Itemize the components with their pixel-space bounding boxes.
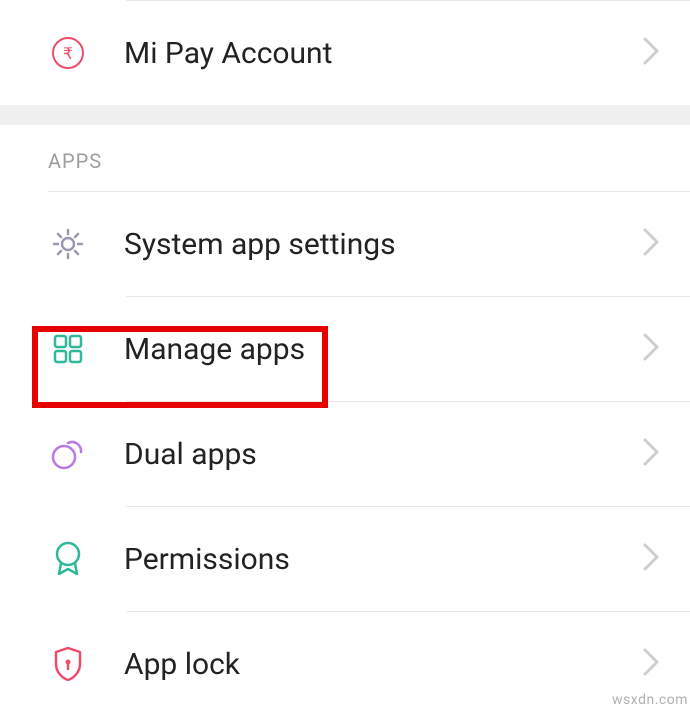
chevron-right-icon xyxy=(642,647,660,681)
chevron-right-icon xyxy=(642,227,660,261)
chevron-right-icon xyxy=(642,542,660,576)
gear-icon xyxy=(48,224,88,264)
mi-pay-label: Mi Pay Account xyxy=(124,36,642,71)
manage-apps-row[interactable]: Manage apps xyxy=(0,297,690,401)
svg-text:₹: ₹ xyxy=(63,46,73,63)
rupee-icon: ₹ xyxy=(48,33,88,73)
permissions-label: Permissions xyxy=(124,542,642,577)
grid-icon xyxy=(48,329,88,369)
chevron-right-icon xyxy=(642,437,660,471)
apps-header: APPS xyxy=(0,125,690,191)
manage-apps-label: Manage apps xyxy=(124,332,642,367)
shield-lock-icon xyxy=(48,644,88,684)
dual-apps-label: Dual apps xyxy=(124,437,642,472)
app-lock-label: App lock xyxy=(124,647,642,682)
dual-apps-row[interactable]: Dual apps xyxy=(0,402,690,506)
top-section: ₹ Mi Pay Account xyxy=(0,0,690,105)
chevron-right-icon xyxy=(642,332,660,366)
app-lock-row[interactable]: App lock xyxy=(0,612,690,716)
mi-pay-account-row[interactable]: ₹ Mi Pay Account xyxy=(0,1,690,105)
permissions-row[interactable]: Permissions xyxy=(0,507,690,611)
watermark: wsxdn.com xyxy=(612,692,688,708)
dual-circles-icon xyxy=(48,434,88,474)
section-gap xyxy=(0,105,690,125)
apps-section: APPS System app settings xyxy=(0,125,690,716)
badge-icon xyxy=(48,539,88,579)
chevron-right-icon xyxy=(642,36,660,70)
system-app-settings-row[interactable]: System app settings xyxy=(0,192,690,296)
system-app-settings-label: System app settings xyxy=(124,227,642,262)
